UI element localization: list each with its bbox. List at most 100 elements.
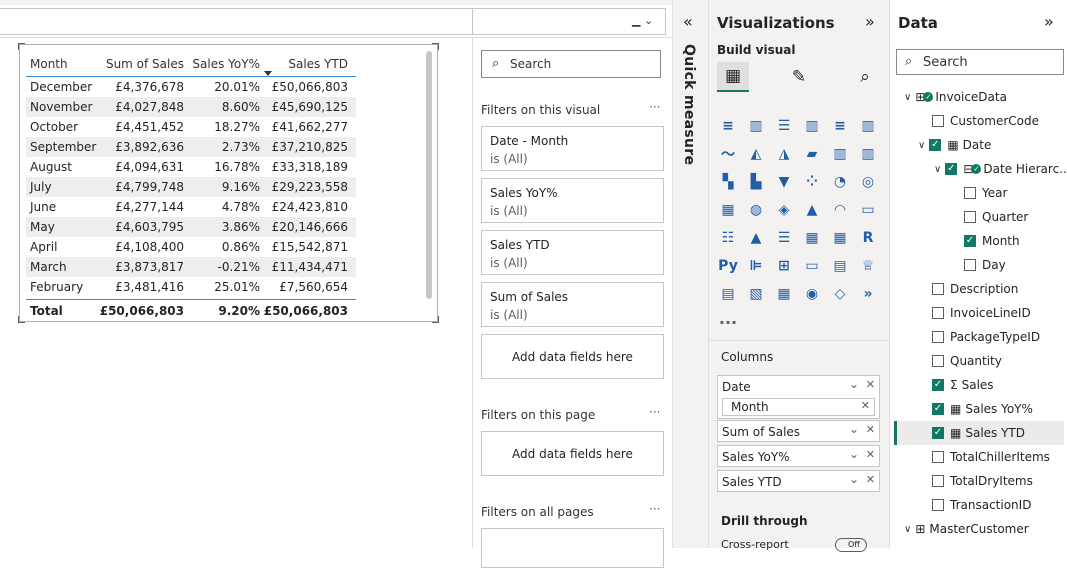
field-item[interactable]: ∨ ⊞ MasterCustomer <box>904 517 1029 541</box>
chevron-down-icon[interactable]: ⌄ <box>849 377 859 391</box>
close-icon[interactable]: ✕ <box>866 423 875 436</box>
field-checkbox[interactable] <box>932 283 944 295</box>
field-checkbox[interactable]: ✓ <box>945 163 958 175</box>
header-sales-yoy[interactable]: Sales YoY% <box>184 57 260 71</box>
quick-measure-strip[interactable]: « Quick measure <box>672 0 708 548</box>
field-item[interactable]: CustomerCode <box>932 109 1039 133</box>
field-item[interactable]: TransactionID <box>932 493 1031 517</box>
field-checkbox[interactable] <box>964 259 976 271</box>
table-visual[interactable]: Month Sum of Sales Sales YoY% Sales YTD … <box>18 43 439 323</box>
100-bar-icon[interactable]: ≡ <box>829 115 851 137</box>
field-checkbox[interactable]: ✓ <box>964 235 976 247</box>
field-checkbox[interactable]: ✓ <box>929 139 942 151</box>
field-checkbox[interactable] <box>932 331 944 343</box>
formula-bar[interactable]: ▁ ⌄ <box>0 8 666 35</box>
decomposition-tree-icon[interactable]: ⊞ <box>773 255 795 277</box>
field-checkbox[interactable] <box>932 115 944 127</box>
line-chart-icon[interactable]: 〜 <box>717 143 739 165</box>
power-apps-icon[interactable]: ▦ <box>773 283 795 305</box>
quick-measure-label[interactable]: Quick measure <box>681 44 697 165</box>
clustered-column-icon[interactable]: ▥ <box>801 115 823 137</box>
arcgis-icon[interactable]: ◉ <box>801 283 823 305</box>
field-item[interactable]: Description <box>932 277 1018 301</box>
more-options-icon[interactable]: ··· <box>649 405 660 419</box>
expand-chevron-icon[interactable]: » <box>1044 12 1054 31</box>
field-item[interactable]: ∨ ⊞ ✓ InvoiceData <box>904 85 1007 109</box>
funnel-icon[interactable]: ▼ <box>773 171 795 193</box>
table-scrollbar[interactable] <box>426 51 432 299</box>
gauge-icon[interactable]: ◠ <box>829 199 851 221</box>
data-search-input[interactable]: ⌕ Search <box>896 49 1064 75</box>
donut-chart-icon[interactable]: ◎ <box>857 171 879 193</box>
expand-chevron-icon[interactable]: ∨ <box>904 92 911 103</box>
field-item[interactable]: ∨ ✓ ▦ Date <box>918 133 991 157</box>
header-month[interactable]: Month <box>26 57 98 71</box>
field-item[interactable]: ✓ ▦ Sales YoY% <box>932 397 1033 421</box>
field-checkbox[interactable] <box>964 211 976 223</box>
kpi-icon[interactable]: ▲ <box>745 227 767 249</box>
matrix-icon[interactable]: ▦ <box>829 227 851 249</box>
close-icon[interactable]: ✕ <box>866 473 875 486</box>
treemap-icon[interactable]: ▦ <box>717 199 739 221</box>
add-all-filter-drop[interactable] <box>481 528 664 568</box>
table-row[interactable]: December £4,376,678 20.01% £50,066,803 <box>26 77 356 97</box>
field-item[interactable]: TotalChillerItems <box>932 445 1050 469</box>
line-clustered-icon[interactable]: ▥ <box>857 143 879 165</box>
100-area-icon[interactable]: ▰ <box>801 143 823 165</box>
azure-map-icon[interactable]: ▲ <box>801 199 823 221</box>
field-item[interactable]: PackageTypeID <box>932 325 1040 349</box>
resize-handle-tl[interactable] <box>18 43 25 50</box>
trophy-icon[interactable]: ♕ <box>857 255 879 277</box>
field-checkbox[interactable] <box>964 187 976 199</box>
table-row[interactable]: February £3,481,416 25.01% £7,560,654 <box>26 277 356 297</box>
field-checkbox[interactable] <box>932 451 944 463</box>
well-sum-of-sales[interactable]: Sum of Sales ⌄ ✕ <box>717 420 880 442</box>
well-date[interactable]: Date ⌄ ✕ Month ✕ <box>717 375 880 419</box>
table-row[interactable]: August £4,094,631 16.78% £33,318,189 <box>26 157 356 177</box>
chevrons-icon[interactable]: » <box>857 283 879 305</box>
expand-chevron-icon[interactable]: ∨ <box>904 524 911 535</box>
resize-handle-br[interactable] <box>432 316 439 323</box>
format-visual-tab[interactable]: ✎ <box>783 62 815 92</box>
more-visuals-icon[interactable]: ··· <box>717 311 739 333</box>
ribbon-chart-icon[interactable]: ▚ <box>717 171 739 193</box>
stacked-bar-icon[interactable]: ≡ <box>717 115 739 137</box>
table-row[interactable]: July £4,799,748 9.16% £29,223,558 <box>26 177 356 197</box>
field-item[interactable]: ✓ Month <box>964 229 1020 253</box>
paginated-report-icon[interactable]: ▤ <box>717 283 739 305</box>
table-row[interactable]: October £4,451,452 18.27% £41,662,277 <box>26 117 356 137</box>
field-item[interactable]: InvoiceLineID <box>932 301 1031 325</box>
field-item[interactable]: Year <box>964 181 1007 205</box>
scatter-icon[interactable]: ⁘ <box>801 171 823 193</box>
stacked-area-icon[interactable]: ◮ <box>773 143 795 165</box>
header-sum-of-sales[interactable]: Sum of Sales <box>98 57 184 71</box>
close-icon[interactable]: ✕ <box>861 399 870 412</box>
map-icon[interactable]: ◍ <box>745 199 767 221</box>
python-visual-icon[interactable]: Py <box>717 255 739 277</box>
chevron-down-icon[interactable]: ▁ ⌄ <box>632 14 653 27</box>
power-automate-icon[interactable]: ◇ <box>829 283 851 305</box>
multi-row-card-icon[interactable]: ☷ <box>717 227 739 249</box>
line-column-icon[interactable]: ▥ <box>829 143 851 165</box>
field-item[interactable]: Quantity <box>932 349 1002 373</box>
metrics-icon[interactable]: ▧ <box>745 283 767 305</box>
field-checkbox[interactable]: ✓ <box>932 427 944 439</box>
field-checkbox[interactable]: ✓ <box>932 403 944 415</box>
field-item[interactable]: TotalDryItems <box>932 469 1033 493</box>
build-visual-tab[interactable]: ▦ <box>717 62 749 92</box>
field-item[interactable]: ✓ Σ Sales <box>932 373 994 397</box>
resize-handle-bl[interactable] <box>18 316 25 323</box>
stacked-column-icon[interactable]: ▥ <box>745 115 767 137</box>
more-options-icon[interactable]: ··· <box>649 502 660 516</box>
add-visual-filter-drop[interactable]: Add data fields here <box>481 334 664 379</box>
expand-chevron-icon[interactable]: ∨ <box>918 140 925 151</box>
card-icon[interactable]: ▭ <box>857 199 879 221</box>
chevron-down-icon[interactable]: ⌄ <box>849 447 859 461</box>
field-checkbox[interactable] <box>932 307 944 319</box>
close-icon[interactable]: ✕ <box>866 378 875 391</box>
table-row[interactable]: June £4,277,144 4.78% £24,423,810 <box>26 197 356 217</box>
cross-report-toggle[interactable]: Off <box>835 538 867 552</box>
collapse-chevron-icon[interactable]: « <box>683 12 693 31</box>
filter-card-sales-ytd[interactable]: Sales YTD is (All) <box>481 230 664 275</box>
filters-search-input[interactable]: ⌕ Search <box>481 50 661 78</box>
